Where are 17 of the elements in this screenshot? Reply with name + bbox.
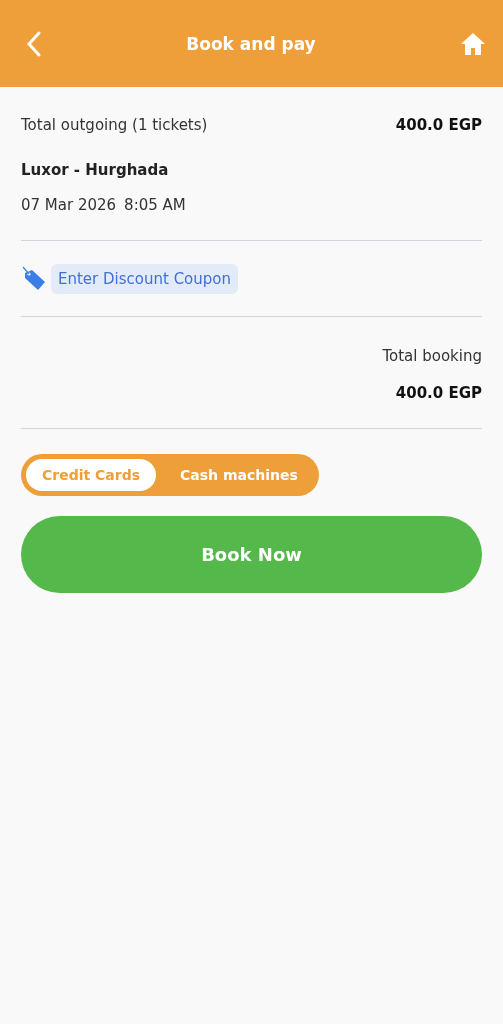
- trip-route: Luxor - Hurghada: [21, 161, 170, 179]
- home-button[interactable]: [460, 31, 486, 56]
- discount-coupon-button[interactable]: Enter Discount Coupon: [51, 264, 238, 294]
- tag-icon: [21, 266, 47, 292]
- payment-method-option[interactable]: Credit Cards: [26, 459, 157, 491]
- trip-date: 07 Mar 2026: [21, 196, 117, 214]
- total-outgoing-amount: 400.0 EGP: [395, 116, 482, 134]
- book-now-button[interactable]: Book Now: [21, 516, 482, 593]
- home-icon: [460, 31, 486, 56]
- total-booking-label: Total booking: [382, 347, 482, 365]
- total-outgoing-label: Total outgoing (1 tickets): [21, 116, 208, 134]
- trip-time: 8:05 AM: [124, 196, 186, 214]
- total-booking-amount: 400.0 EGP: [395, 384, 482, 402]
- back-icon: [26, 30, 42, 57]
- payment-method-option[interactable]: Cash machines: [164, 459, 314, 491]
- back-button[interactable]: [26, 30, 42, 57]
- page-title: Book and pay: [186, 33, 316, 54]
